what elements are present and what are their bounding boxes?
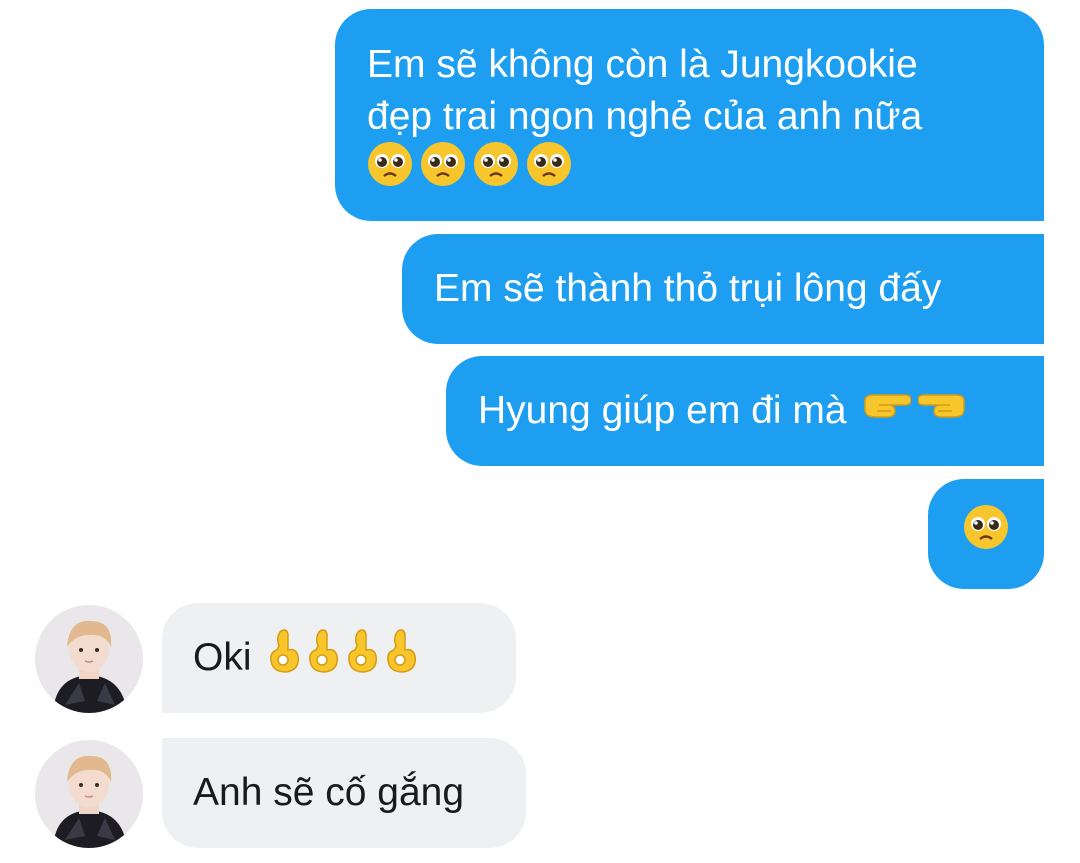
sent-message-bubble[interactable]: Em sẽ không còn là Jungkookie đẹp trai n…: [335, 9, 1044, 221]
pleading-face-emoji: [473, 141, 519, 201]
emoji-row: [861, 385, 968, 437]
pleading-face-emoji: [420, 141, 466, 201]
message-text: Hyung giúp em đi mà: [478, 389, 847, 432]
pointing-right-emoji: [861, 385, 912, 437]
sent-message-bubble[interactable]: Em sẽ thành thỏ trụi lông đấy: [402, 234, 1044, 344]
pleading-face-emoji: [367, 141, 413, 201]
emoji-row: [367, 142, 1012, 197]
message-text: Em sẽ thành thỏ trụi lông đấy: [434, 267, 942, 310]
pleading-face-emoji: [526, 141, 572, 201]
message-text: Oki: [193, 636, 252, 679]
contact-avatar[interactable]: [35, 740, 143, 848]
received-message-bubble[interactable]: Oki: [162, 603, 516, 713]
contact-avatar[interactable]: [35, 605, 143, 713]
received-message-bubble[interactable]: Anh sẽ cố gắng: [162, 738, 526, 848]
ok-hand-emoji: [268, 628, 300, 688]
message-text-line: Em sẽ không còn là Jungkookie: [367, 43, 918, 86]
emoji-row: [268, 629, 417, 684]
ok-hand-emoji: [346, 628, 378, 688]
sent-message-bubble[interactable]: Hyung giúp em đi mà: [446, 356, 1044, 466]
message-text-line: đẹp trai ngon nghẻ của anh nữa: [367, 95, 923, 138]
message-text: Anh sẽ cố gắng: [193, 771, 465, 814]
pointing-left-emoji: [916, 385, 968, 437]
pleading-face-emoji: [963, 504, 1009, 564]
ok-hand-emoji: [307, 628, 339, 688]
ok-hand-emoji: [385, 628, 417, 688]
sent-message-bubble[interactable]: [928, 479, 1044, 589]
